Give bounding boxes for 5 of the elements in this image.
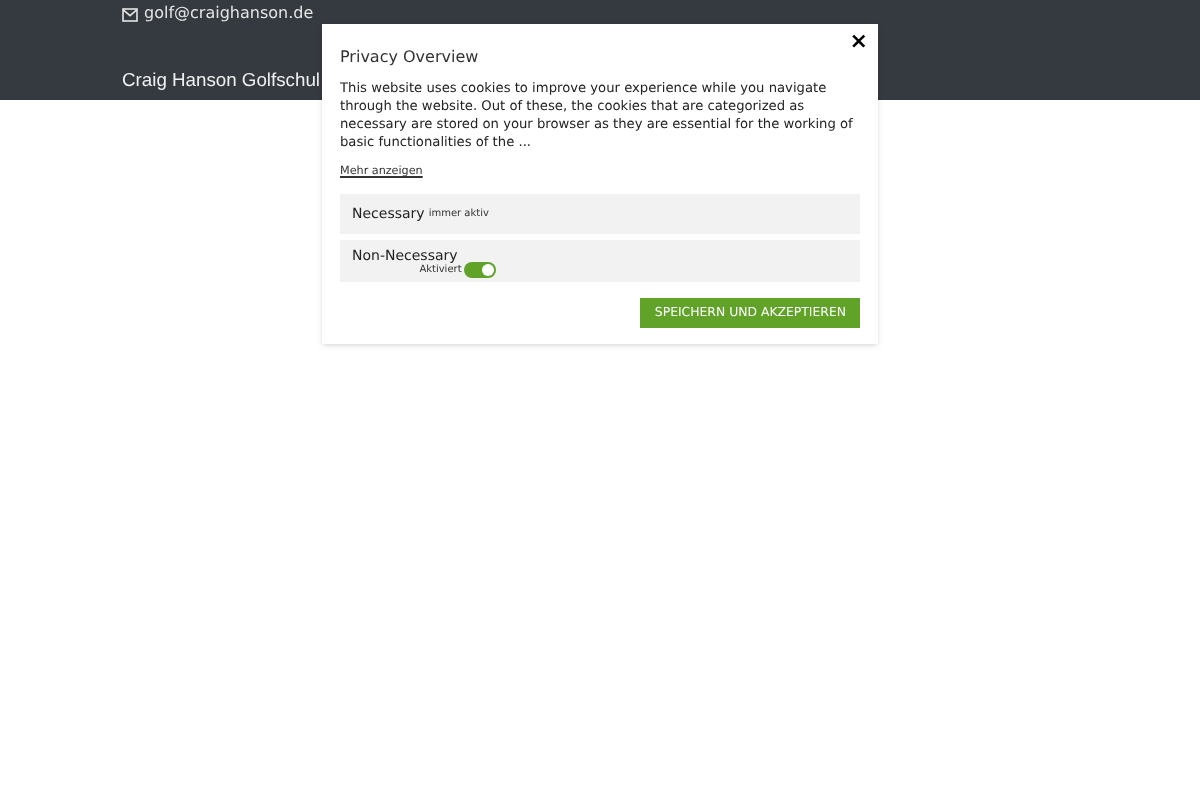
mail-icon [122, 7, 138, 21]
toggle-switch[interactable] [463, 262, 496, 279]
modal-title: Privacy Overview [340, 46, 481, 70]
email-link[interactable]: golf@craighanson.de [144, 2, 314, 26]
close-button[interactable]: × [849, 30, 868, 52]
